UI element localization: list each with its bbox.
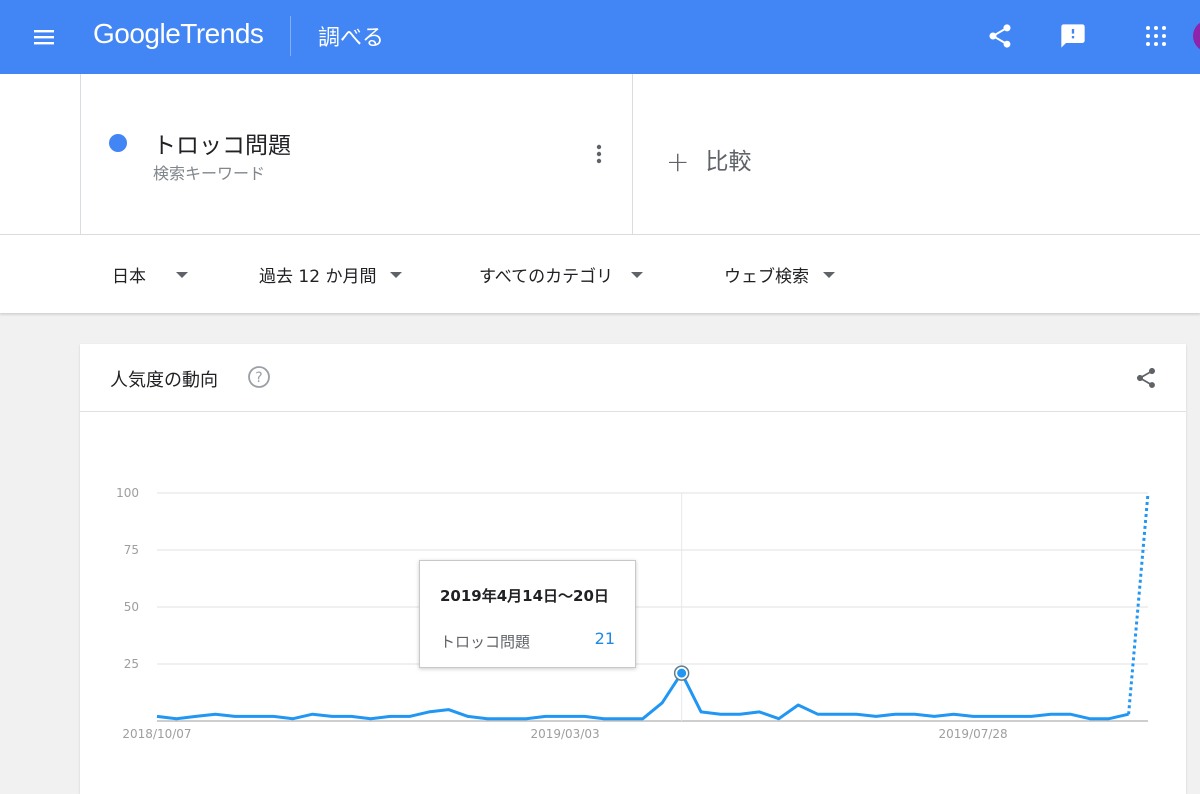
y-tick-label: 25 [124, 657, 139, 671]
filter-search-type[interactable]: ウェブ検索 [724, 262, 835, 287]
tooltip-value: 21 [594, 629, 615, 648]
filter-time-range[interactable]: 過去 12 か月間 [259, 262, 403, 287]
x-tick-label: 2019/07/28 [939, 727, 1008, 741]
y-tick-label: 100 [116, 486, 139, 500]
x-tick-label: 2018/10/07 [122, 727, 191, 741]
hamburger-menu-icon[interactable] [32, 25, 56, 49]
tooltip-term: トロッコ問題 [440, 633, 531, 651]
more-vert-icon[interactable] [591, 142, 607, 166]
logo-google-text: Google [93, 18, 181, 49]
page-title: 調べる [318, 26, 385, 51]
dropdown-arrow-icon [823, 272, 835, 278]
compare-label: 比較 [705, 149, 752, 175]
term-card[interactable]: トロッコ問題 検索キーワード [80, 74, 633, 234]
filter-row: 日本 過去 12 か月間 すべてのカテゴリ ウェブ検索 [0, 235, 1200, 313]
share-icon[interactable] [986, 21, 1014, 51]
series-line-partial [1127, 492, 1150, 715]
tooltip-date: 2019年4月14日〜20日 [440, 587, 609, 605]
google-trends-logo[interactable]: GoogleTrends [93, 18, 264, 50]
search-term-panel: トロッコ問題 検索キーワード + 比較 [0, 74, 1200, 235]
interest-over-time-card: 人気度の動向 ? 100 75 50 25 2018/10/07 2019/03/03 20… [80, 344, 1186, 794]
feedback-icon[interactable] [1059, 22, 1087, 50]
term-type: 検索キーワード [153, 164, 266, 183]
compare-button[interactable]: + 比較 [666, 142, 752, 178]
filter-time-label: 過去 12 か月間 [259, 267, 377, 287]
top-app-bar: GoogleTrends 調べる [0, 0, 1200, 74]
filter-category[interactable]: すべてのカテゴリ [479, 262, 644, 287]
plus-icon: + [666, 145, 690, 178]
avatar[interactable] [1193, 20, 1200, 52]
apps-grid-icon[interactable] [1144, 24, 1168, 48]
filter-category-label: すべてのカテゴリ [479, 267, 614, 287]
dropdown-arrow-icon [390, 272, 403, 278]
header-divider [290, 16, 291, 56]
term-color-dot [109, 134, 127, 152]
term-name: トロッコ問題 [153, 133, 291, 159]
series-line-solid [156, 671, 1129, 721]
x-tick-label: 2019/03/03 [530, 727, 599, 741]
logo-trends-text: Trends [180, 18, 264, 49]
dropdown-arrow-icon [176, 272, 188, 278]
y-tick-label: 50 [124, 600, 139, 614]
dropdown-arrow-icon [631, 272, 644, 278]
y-tick-label: 75 [124, 543, 139, 557]
filter-search-type-label: ウェブ検索 [724, 267, 809, 287]
filter-region-label: 日本 [112, 267, 146, 287]
chart-tooltip: 2019年4月14日〜20日 トロッコ問題 21 [419, 560, 636, 668]
highlight-point [677, 668, 687, 678]
filter-region[interactable]: 日本 [112, 262, 188, 287]
